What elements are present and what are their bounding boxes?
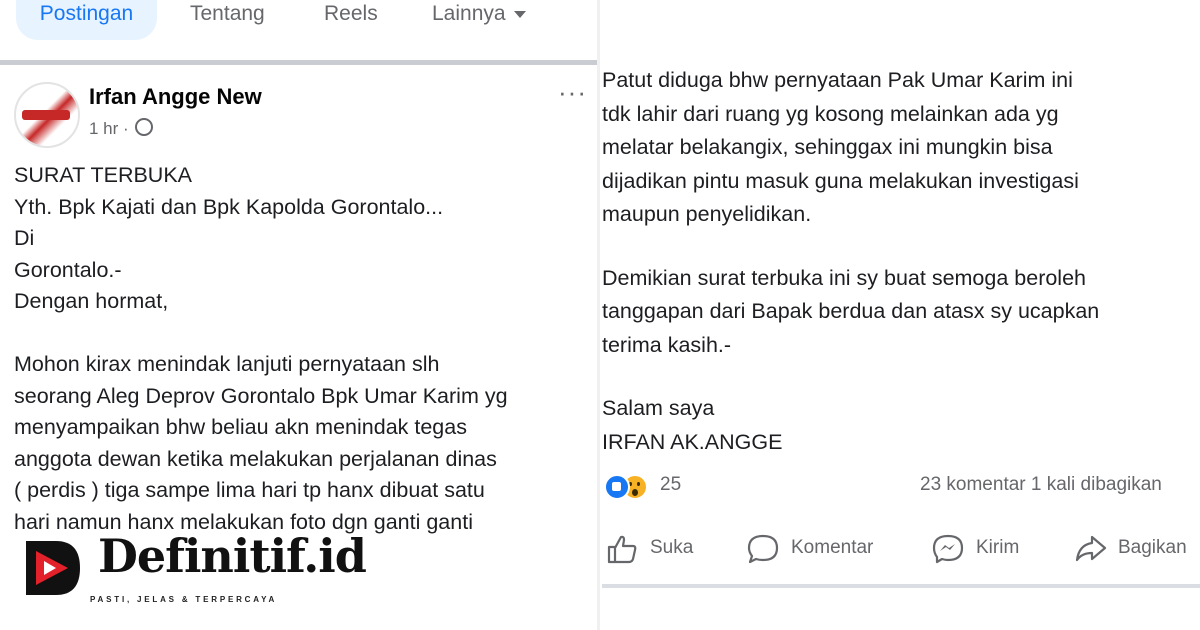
comment-label: Komentar — [791, 537, 874, 558]
post-body-left: SURAT TERBUKA Yth. Bpk Kajati dan Bpk Kap… — [14, 160, 589, 538]
avatar-banner — [22, 110, 70, 120]
watermark-brand: Definitif.id — [98, 529, 367, 583]
post-text-line: dijadikan pintu masuk guna melakukan inv… — [602, 168, 1079, 193]
post-text-line: melatar belakangix, sehinggax ini mungki… — [602, 135, 1053, 159]
share-arrow-icon — [1075, 535, 1107, 562]
post-text-line: maupun penyelidikan. — [602, 202, 812, 226]
right-screenshot-panel: Patut diduga bhw pernyataan Pak Umar Kar… — [600, 0, 1200, 630]
section-divider — [0, 60, 597, 65]
post-text-line: Yth. Bpk Kajati dan Bpk Kapolda Gorontal… — [14, 194, 444, 219]
reaction-count[interactable]: 25 — [660, 474, 681, 496]
definitif-logo-icon — [26, 541, 80, 595]
post-author[interactable]: Irfan Angge New — [89, 84, 262, 110]
post-text-line: menyampaikan bhw beliau akn menindak teg… — [14, 415, 467, 439]
like-reaction-icon[interactable] — [604, 474, 630, 500]
post-text-line: Patut diduga bhw pernyataan Pak Umar Kar… — [602, 68, 1073, 92]
tab-postingan[interactable]: Postingan — [16, 0, 157, 40]
post-text-line: anggota dewan ketika melakukan perjalana… — [14, 446, 497, 471]
section-divider — [602, 584, 1200, 588]
tab-lainnya[interactable]: Lainnya — [432, 0, 526, 40]
post-text-line: Salam saya — [602, 396, 715, 420]
thumbs-up-icon — [607, 535, 637, 564]
chevron-down-icon — [513, 10, 526, 18]
post-text-line: Di — [14, 226, 35, 250]
more-options-button[interactable]: ··· — [558, 79, 587, 105]
post-text-line: IRFAN AK.ANGGE — [602, 429, 783, 454]
post-text-line: Gorontalo.- — [14, 257, 122, 282]
post-body-right: Patut diduga bhw pernyataan Pak Umar Kar… — [602, 64, 1200, 459]
post-text-line: Demikian surat terbuka ini sy buat semog… — [602, 265, 1087, 290]
post-time[interactable]: 1 hr · — [89, 119, 129, 138]
comments-shares-count[interactable]: 23 komentar 1 kali dibagikan — [920, 474, 1162, 496]
post-text-line: terima kasih.- — [602, 332, 732, 357]
post-text-line: ( perdis ) tiga sampe lima hari tp hanx … — [14, 478, 485, 502]
post-text-line: SURAT TERBUKA — [14, 163, 193, 187]
comment-bubble-icon — [747, 534, 779, 564]
watermark: Definitif.id PASTI, JELAS & TERPERCAYA — [18, 529, 367, 613]
like-label: Suka — [650, 537, 694, 558]
post-text-line: seorang Aleg Deprov Gorontalo Bpk Umar K… — [14, 383, 508, 408]
post-text-line: tanggapan dari Bapak berdua dan atasx sy… — [602, 299, 1100, 323]
post-actions: Suka Komentar Kirim Bagikan — [602, 530, 1200, 570]
watermark-tagline: PASTI, JELAS & TERPERCAYA — [90, 595, 278, 604]
avatar[interactable] — [14, 82, 80, 148]
left-screenshot-panel: Postingan Tentang Reels Lainnya Irfan An… — [0, 0, 597, 630]
send-label: Kirim — [976, 537, 1020, 558]
post-stats: 25 23 komentar 1 kali dibagikan — [602, 472, 1200, 502]
tab-reels[interactable]: Reels — [324, 0, 378, 40]
profile-tabs: Postingan Tentang Reels Lainnya — [0, 0, 597, 56]
post-meta: 1 hr · — [89, 118, 154, 139]
globe-icon — [135, 118, 154, 136]
share-label: Bagikan — [1118, 537, 1187, 558]
post-text-line: tdk lahir dari ruang yg kosong melainkan… — [602, 101, 1059, 126]
tab-lainnya-label: Lainnya — [432, 2, 506, 25]
post-text-line: Dengan hormat, — [14, 289, 169, 313]
tab-tentang[interactable]: Tentang — [190, 0, 265, 40]
post-text-line: Mohon kirax menindak lanjuti pernyataan … — [14, 352, 440, 376]
messenger-icon — [932, 534, 964, 564]
